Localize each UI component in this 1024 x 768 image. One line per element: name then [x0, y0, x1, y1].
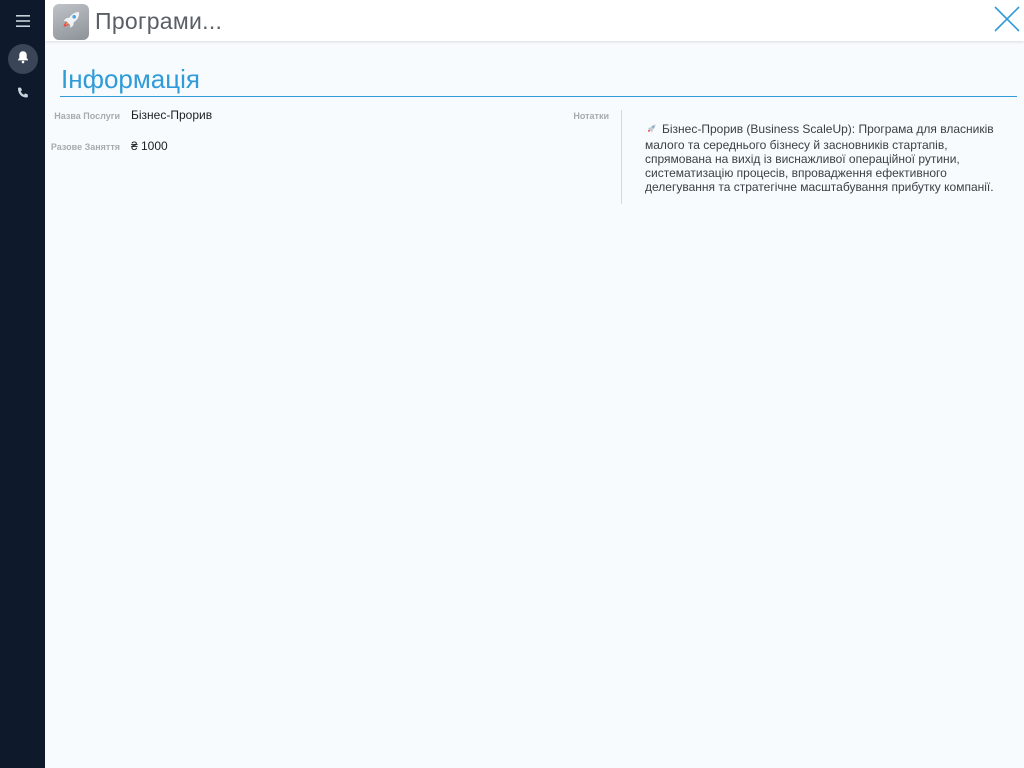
menu-button[interactable] — [8, 8, 38, 38]
notifications-button[interactable] — [8, 44, 38, 74]
section-title: Інформація — [61, 64, 200, 94]
notes-label: Нотатки — [573, 111, 609, 121]
header-bar: Програми... — [45, 0, 1024, 41]
close-icon — [992, 6, 1022, 38]
section-divider — [60, 96, 1017, 97]
menu-icon — [15, 14, 31, 33]
close-button[interactable] — [992, 4, 1022, 34]
single-session-label: Разове Заняття — [50, 142, 120, 152]
phone-button[interactable] — [8, 80, 38, 110]
notes-text: Бізнес-Прорив (Business ScaleUp): Програ… — [645, 122, 1005, 194]
page-title: Програми... — [95, 8, 223, 34]
notes-divider — [621, 110, 622, 204]
bell-icon — [16, 50, 30, 69]
rocket-icon — [645, 122, 658, 138]
notes-content: Бізнес-Прорив (Business ScaleUp): Програ… — [645, 122, 994, 194]
service-name-value: Бізнес-Прорив — [131, 108, 213, 122]
rocket-icon — [58, 7, 84, 38]
app-icon — [53, 4, 89, 40]
single-session-value: ₴ 1000 — [131, 139, 168, 153]
phone-icon — [16, 86, 30, 105]
service-name-label: Назва Послуги — [54, 111, 120, 121]
